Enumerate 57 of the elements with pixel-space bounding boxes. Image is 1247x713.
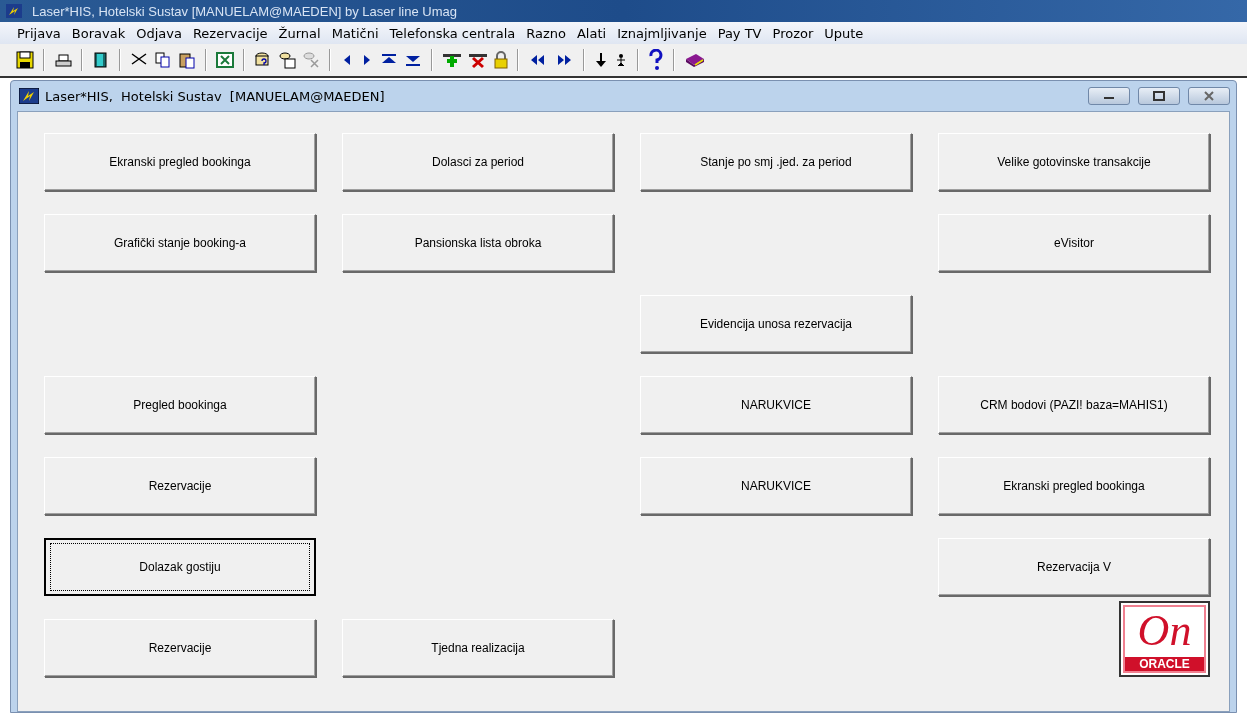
menu-item[interactable]: Razno bbox=[526, 25, 566, 41]
help-icon[interactable] bbox=[648, 49, 664, 71]
form-button[interactable]: Dolasci za period bbox=[342, 133, 614, 191]
add-icon[interactable] bbox=[442, 51, 462, 69]
menu-item[interactable]: Žurnal bbox=[278, 25, 321, 41]
restore-icon bbox=[1153, 91, 1165, 101]
close-button[interactable] bbox=[1188, 87, 1230, 105]
form-button[interactable]: Ekranski pregled bookinga bbox=[938, 457, 1210, 515]
form-button[interactable]: NARUKVICE bbox=[640, 457, 912, 515]
door-icon[interactable] bbox=[92, 51, 110, 69]
menu-item[interactable]: Matični bbox=[331, 25, 379, 41]
app-icon bbox=[19, 88, 39, 104]
minimize-button[interactable] bbox=[1088, 87, 1130, 105]
menu-item[interactable]: Pay TV bbox=[717, 25, 762, 41]
menu-item[interactable]: Iznajmljivanje bbox=[617, 25, 707, 41]
form-button[interactable]: Pansionska lista obroka bbox=[342, 214, 614, 272]
form-button[interactable]: Grafički stanje booking-a bbox=[44, 214, 316, 272]
database-query-icon[interactable] bbox=[254, 51, 272, 69]
form-button[interactable]: Dolazak gostiju bbox=[44, 538, 316, 596]
logo-brand: ORACLE bbox=[1124, 657, 1205, 672]
app-title: Laser*HIS, Hotelski Sustav [MANUELAM@MAEDEN] by Laser line Umag bbox=[32, 3, 457, 19]
figure-icon[interactable] bbox=[614, 51, 628, 69]
menu-item[interactable]: Alati bbox=[576, 25, 607, 41]
menu-item[interactable]: Prijava bbox=[17, 25, 61, 41]
restore-button[interactable] bbox=[1138, 87, 1180, 105]
form-button[interactable]: Evidencija unosa rezervacija bbox=[640, 295, 912, 353]
close-icon bbox=[1203, 91, 1215, 101]
form-button[interactable]: eVisitor bbox=[938, 214, 1210, 272]
form-button[interactable]: Tjedna realizacija bbox=[342, 619, 614, 677]
spreadsheet-icon[interactable] bbox=[216, 51, 234, 69]
printer-icon[interactable] bbox=[54, 51, 72, 69]
form-button[interactable]: CRM bodovi (PAZI! baza=MAHIS1) bbox=[938, 376, 1210, 434]
form-button[interactable]: Pregled bookinga bbox=[44, 376, 316, 434]
save-icon[interactable] bbox=[16, 51, 34, 69]
logo-word: On bbox=[1136, 606, 1193, 657]
form-button[interactable]: Rezervacija V bbox=[938, 538, 1210, 596]
copy-icon[interactable] bbox=[154, 51, 172, 69]
menu-item[interactable]: Odjava bbox=[136, 25, 182, 41]
form-button[interactable]: NARUKVICE bbox=[640, 376, 912, 434]
window-title: Laser*HIS, Hotelski Sustav [MANUELAM@MAEDEN] bbox=[45, 88, 385, 104]
delete-icon[interactable] bbox=[468, 51, 488, 69]
paste-icon[interactable] bbox=[178, 51, 196, 69]
app-icon bbox=[6, 4, 22, 18]
form-button[interactable]: Ekranski pregled bookinga bbox=[44, 133, 316, 191]
form-button[interactable]: Rezervacije bbox=[44, 457, 316, 515]
form-button[interactable]: Velike gotovinske transakcije bbox=[938, 133, 1210, 191]
form-button[interactable]: Stanje po smj .jed. za period bbox=[640, 133, 912, 191]
database-table-icon[interactable] bbox=[278, 51, 296, 69]
menu-item[interactable]: Rezervacije bbox=[192, 25, 268, 41]
menu-item[interactable]: Boravak bbox=[71, 25, 126, 41]
lock-icon[interactable] bbox=[494, 51, 508, 69]
menu-item[interactable]: Telefonska centrala bbox=[389, 25, 516, 41]
form-button[interactable]: Rezervacije bbox=[44, 619, 316, 677]
book-icon[interactable] bbox=[684, 51, 706, 69]
down-arrow-icon[interactable] bbox=[594, 51, 608, 69]
menu-item[interactable]: Prozor bbox=[772, 25, 814, 41]
menu-item[interactable]: Upute bbox=[824, 25, 864, 41]
